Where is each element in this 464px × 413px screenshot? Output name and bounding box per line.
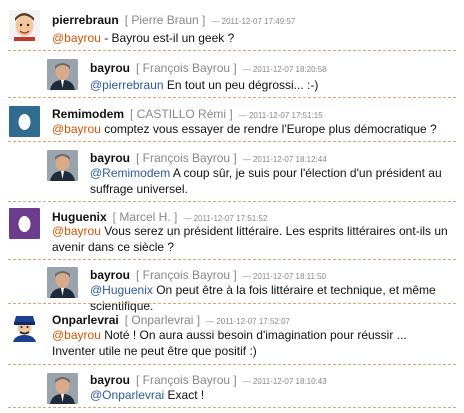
message-text: En tout un peu dégrossi... :-) bbox=[163, 78, 319, 92]
username[interactable]: Onparlevrai bbox=[52, 313, 119, 327]
tweet-text: @bayrou Vous serez un président littérai… bbox=[52, 223, 452, 255]
username[interactable]: bayrou bbox=[90, 268, 130, 282]
real-name: [ CASTILLO Rémi ] bbox=[130, 107, 233, 121]
tweet-text: @pierrebraun En tout un peu dégrossi... … bbox=[90, 77, 452, 93]
real-name: [ François Bayrou ] bbox=[136, 268, 237, 282]
avatar-bayrou[interactable] bbox=[47, 150, 78, 181]
real-name: [ François Bayrou ] bbox=[136, 151, 237, 165]
username[interactable]: Huguenix bbox=[52, 210, 107, 224]
tweet-text: @Onparlevrai Exact ! bbox=[90, 387, 452, 403]
divider bbox=[8, 141, 456, 142]
real-name: [ François Bayrou ] bbox=[136, 373, 237, 387]
mention-link[interactable]: @pierrebraun bbox=[90, 78, 164, 92]
divider bbox=[8, 259, 456, 260]
timestamp[interactable]: — 2011-12-07 18:12:44 bbox=[243, 155, 327, 164]
timestamp[interactable]: — 2011-12-07 18:11:50 bbox=[243, 272, 326, 281]
timestamp[interactable]: — 2011-12-07 18:20:58 bbox=[243, 65, 327, 74]
avatar-bayrou[interactable] bbox=[47, 59, 78, 90]
divider bbox=[8, 201, 456, 202]
tweet-feed: pierrebraun [ Pierre Braun ] — 2011-12-07 … bbox=[0, 0, 464, 413]
tweet-text: @bayrou Noté ! On aura aussi besoin d'im… bbox=[52, 327, 452, 359]
message-text: Vous serez un président littéraire. Les … bbox=[52, 224, 448, 254]
tweet-text: @bayrou - Bayrou est-il un geek ? bbox=[52, 30, 452, 46]
tweet-text: @bayrou comptez vous essayer de rendre l… bbox=[52, 121, 452, 137]
username[interactable]: Remimodem bbox=[52, 107, 124, 121]
timestamp[interactable]: — 2011-12-07 17:51:52 bbox=[183, 214, 267, 223]
real-name: [ Pierre Braun ] bbox=[124, 13, 206, 27]
divider bbox=[8, 50, 456, 51]
mention-link[interactable]: @bayrou bbox=[52, 31, 101, 45]
avatar-pierrebraun[interactable] bbox=[9, 10, 40, 41]
username[interactable]: bayrou bbox=[90, 151, 130, 165]
mention-link[interactable]: @bayrou bbox=[52, 328, 101, 342]
mention-link[interactable]: @bayrou bbox=[52, 224, 101, 238]
tweet-text: @Remimodem A coup sûr, je suis pour l'él… bbox=[90, 165, 452, 197]
avatar-remimodem[interactable] bbox=[9, 106, 40, 137]
divider bbox=[8, 97, 456, 98]
timestamp[interactable]: — 2011-12-07 17:51:15 bbox=[239, 111, 323, 120]
username[interactable]: pierrebraun bbox=[52, 13, 119, 27]
avatar-huguenix[interactable] bbox=[9, 208, 40, 239]
timestamp[interactable]: — 2011-12-07 17:49:57 bbox=[211, 17, 295, 26]
tweet-header: pierrebraun [ Pierre Braun ] — 2011-12-07 … bbox=[52, 13, 295, 29]
timestamp[interactable]: — 2011-12-07 18:10:43 bbox=[243, 377, 327, 386]
real-name: [ Marcel H. ] bbox=[112, 210, 178, 224]
divider bbox=[8, 303, 456, 304]
username[interactable]: bayrou bbox=[90, 61, 130, 75]
message-text: - Bayrou est-il un geek ? bbox=[100, 31, 235, 45]
real-name: [ Onparlevrai ] bbox=[124, 313, 201, 327]
mention-link[interactable]: @Huguenix bbox=[90, 283, 153, 297]
tweet-text: @Huguenix On peut être à la fois littéra… bbox=[90, 282, 452, 314]
mention-link[interactable]: @Onparlevrai bbox=[90, 388, 164, 402]
avatar-bayrou[interactable] bbox=[47, 373, 78, 404]
avatar-onparlevrai[interactable] bbox=[9, 311, 40, 342]
username[interactable]: bayrou bbox=[90, 373, 130, 387]
tweet-header: bayrou [ François Bayrou ] — 2011-12-07 18… bbox=[90, 61, 327, 77]
mention-link[interactable]: @Remimodem bbox=[90, 166, 170, 180]
divider bbox=[8, 364, 456, 365]
divider bbox=[8, 407, 456, 408]
timestamp[interactable]: — 2011-12-07 17:52:07 bbox=[206, 317, 290, 326]
message-text: Exact ! bbox=[164, 388, 205, 402]
message-text: comptez vous essayer de rendre l'Europe … bbox=[100, 122, 437, 136]
message-text: Noté ! On aura aussi besoin d'imaginatio… bbox=[52, 328, 407, 358]
mention-link[interactable]: @bayrou bbox=[52, 122, 101, 136]
real-name: [ François Bayrou ] bbox=[136, 61, 237, 75]
avatar-bayrou[interactable] bbox=[47, 267, 78, 298]
